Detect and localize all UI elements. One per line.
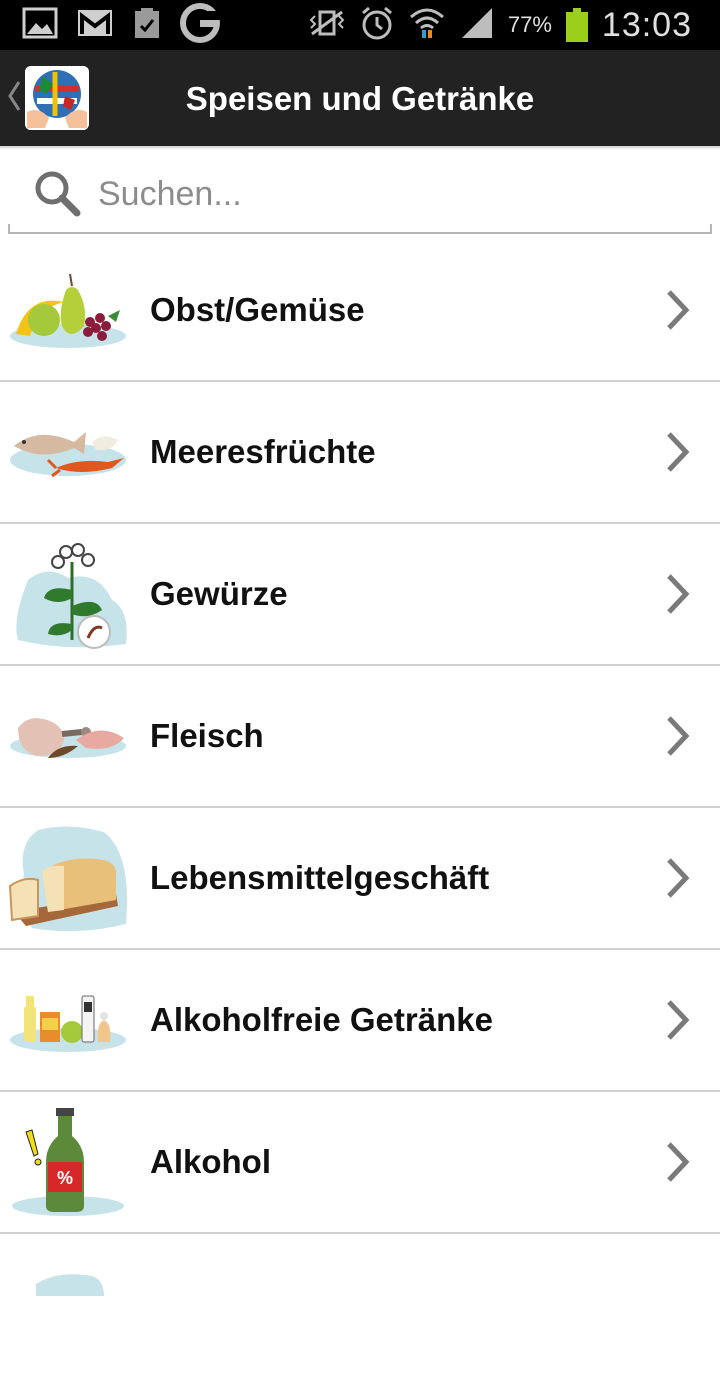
list-item-meeresfruechte[interactable]: Meeresfrüchte [0, 382, 720, 524]
list-item-alkoholfreie-getraenke[interactable]: Alkoholfreie Getränke [0, 950, 720, 1092]
action-bar-shadow [0, 146, 720, 150]
chevron-right-icon [667, 290, 690, 330]
chevron-right-icon [667, 858, 690, 898]
list-item-alkohol[interactable]: % Alkohol [0, 1092, 720, 1234]
search-input[interactable] [96, 166, 700, 222]
list-item-label: Fleisch [150, 717, 264, 754]
gmail-icon [76, 8, 114, 43]
list-item-label: Alkoholfreie Getränke [150, 1001, 493, 1038]
list-item-label: Alkohol [150, 1143, 271, 1180]
vibrate-icon [308, 8, 346, 43]
alarm-icon [360, 5, 394, 46]
bottle-icon: % [12, 1108, 124, 1216]
next-category-icon [36, 1274, 104, 1296]
google-icon [180, 2, 220, 48]
list-item-lebensmittelgeschaeft[interactable]: Lebensmittelgeschäft [0, 808, 720, 950]
signal-icon [460, 6, 494, 45]
bread-icon [8, 826, 128, 932]
chevron-right-icon [667, 432, 690, 472]
category-list: Obst/Gemüse Meeresfrüchte Gewürze Fleisc… [0, 240, 720, 1376]
gallery-icon [22, 7, 58, 44]
list-item-label: Meeresfrüchte [150, 433, 376, 470]
chevron-right-icon [667, 1142, 690, 1182]
status-bar: 77% 13:03 [0, 0, 720, 50]
meat-icon [10, 718, 126, 758]
list-item-gewuerze[interactable]: Gewürze [0, 524, 720, 666]
svg-text:%: % [57, 1168, 73, 1188]
clock: 13:03 [601, 5, 692, 44]
search-icon[interactable] [32, 168, 82, 218]
page-title: Speisen und Getränke [185, 80, 535, 117]
search-bar [8, 158, 712, 234]
herb-icon [16, 543, 127, 649]
drinks-icon [10, 995, 126, 1052]
list-item-label: Obst/Gemüse [150, 291, 365, 328]
battery-percentage: 77% [507, 12, 552, 37]
battery-icon [565, 8, 588, 42]
seafood-icon [10, 432, 126, 478]
chevron-right-icon [667, 716, 690, 756]
action-bar: Speisen und Getränke [0, 50, 720, 146]
clipboard-icon [132, 6, 162, 45]
chevron-right-icon [667, 574, 690, 614]
list-item-obst-gemuese[interactable]: Obst/Gemüse [0, 240, 720, 382]
chevron-right-icon [667, 1000, 690, 1040]
list-item-fleisch[interactable]: Fleisch [0, 666, 720, 808]
wifi-icon [408, 4, 446, 47]
list-item-partial[interactable] [0, 1234, 720, 1376]
list-item-label: Lebensmittelgeschäft [150, 859, 490, 896]
list-item-label: Gewürze [150, 575, 288, 612]
fruit-icon [10, 273, 126, 348]
